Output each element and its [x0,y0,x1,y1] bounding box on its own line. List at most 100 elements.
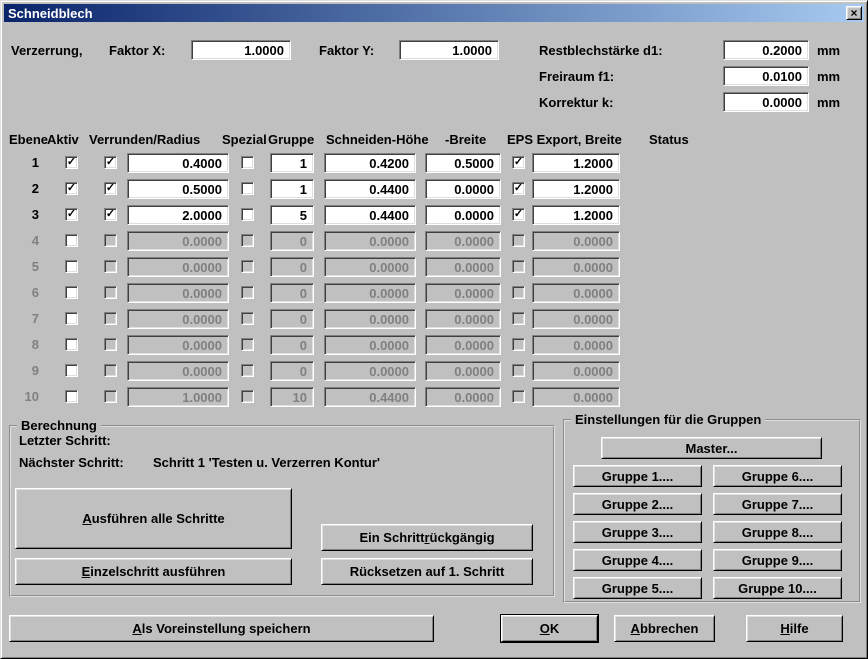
breite-field[interactable] [425,205,501,225]
hoehe-field [324,361,416,381]
table-row: 1✓✓✓ [1,150,868,176]
ebene-label: 3 [9,207,39,222]
radius-field [127,335,229,355]
hoehe-field[interactable] [324,153,416,173]
breite-field[interactable] [425,153,501,173]
aktiv-checkbox[interactable]: ✓ [65,156,78,169]
verzerrung-label: Verzerrung, [11,43,83,58]
hoehe-field [324,257,416,277]
gruppe-field[interactable] [270,153,314,173]
gruppe-5-button[interactable]: Gruppe 5.... [573,577,702,599]
column-header-aktiv: Aktiv [47,132,79,147]
unit-label: mm [817,43,840,58]
eps-checkbox[interactable]: ✓ [512,208,525,221]
gruppe-10-button[interactable]: Gruppe 10.... [713,577,842,599]
close-button[interactable]: × [846,6,862,20]
aktiv-checkbox[interactable] [65,260,78,273]
faktor-x-label: Faktor X: [109,43,165,58]
faktor-y-input[interactable] [399,40,499,60]
verrunden-checkbox[interactable]: ✓ [104,182,117,195]
radius-field [127,387,229,407]
table-row: 3 ✓ ✓ ✓ [1,202,868,228]
ebene-label: 4 [9,233,39,248]
gruppe-1-button[interactable]: Gruppe 1.... [573,465,702,487]
undo-step-button[interactable]: Ein Schritt rückgängig [321,524,533,551]
aktiv-checkbox[interactable] [65,364,78,377]
master-button[interactable]: Master... [601,437,822,459]
aktiv-checkbox[interactable]: ✓ [65,208,78,221]
hoehe-field[interactable] [324,179,416,199]
cancel-button[interactable]: Abbrechen [614,615,715,642]
aktiv-checkbox[interactable] [65,286,78,299]
radius-field[interactable] [127,153,229,173]
korrektur-label: Korrektur k: [539,95,613,110]
table-row: 9 [1,358,868,384]
gruppen-legend: Einstellungen für die Gruppen [571,412,765,427]
aktiv-checkbox[interactable] [65,234,78,247]
aktiv-checkbox[interactable] [65,390,78,403]
verrunden-checkbox[interactable]: ✓ [104,156,117,169]
verrunden-checkbox [104,234,117,247]
aktiv-checkbox[interactable] [65,338,78,351]
single-step-button[interactable]: Einzelschritt ausführen [15,558,292,585]
gruppe-field [270,361,314,381]
help-button[interactable]: Hilfe [746,615,843,642]
verrunden-checkbox [104,260,117,273]
ebene-label: 8 [9,337,39,352]
restblechstaerke-input[interactable] [723,40,809,60]
verrunden-checkbox [104,286,117,299]
eps-breite-field[interactable] [532,179,620,199]
spezial-checkbox [241,364,254,377]
spezial-checkbox[interactable] [241,208,254,221]
gruppe-6-button[interactable]: Gruppe 6.... [713,465,842,487]
eps-checkbox [512,286,525,299]
verrunden-checkbox[interactable]: ✓ [104,208,117,221]
ebene-label: 9 [9,363,39,378]
freiraum-input[interactable] [723,66,809,86]
hoehe-field[interactable] [324,205,416,225]
spezial-checkbox[interactable] [241,182,254,195]
eps-breite-field [532,283,620,303]
eps-checkbox [512,234,525,247]
table-row: 6 [1,280,868,306]
spezial-checkbox[interactable] [241,156,254,169]
breite-field [425,361,501,381]
eps-checkbox[interactable]: ✓ [512,182,525,195]
aktiv-checkbox[interactable]: ✓ [65,182,78,195]
gruppe-4-button[interactable]: Gruppe 4.... [573,549,702,571]
column-header-eps-export-breite: EPS Export, Breite [507,132,622,147]
gruppe-2-button[interactable]: Gruppe 2.... [573,493,702,515]
faktor-x-input[interactable] [191,40,291,60]
save-preset-button[interactable]: Als Voreinstellung speichern [9,615,434,642]
radius-field[interactable] [127,179,229,199]
column-header-gruppe: Gruppe [268,132,314,147]
gruppe-field [270,231,314,251]
ok-button[interactable]: OK [501,615,598,642]
radius-field [127,283,229,303]
column-header-breite: -Breite [445,132,486,147]
gruppe-field [270,257,314,277]
eps-checkbox[interactable]: ✓ [512,156,525,169]
eps-breite-field [532,257,620,277]
gruppe-8-button[interactable]: Gruppe 8.... [713,521,842,543]
hoehe-field [324,231,416,251]
eps-breite-field[interactable] [532,205,620,225]
spezial-checkbox [241,390,254,403]
gruppe-7-button[interactable]: Gruppe 7.... [713,493,842,515]
hoehe-field [324,309,416,329]
breite-field[interactable] [425,179,501,199]
verrunden-checkbox [104,364,117,377]
reset-to-first-step-button[interactable]: Rücksetzen auf 1. Schritt [321,558,533,585]
run-all-steps-button[interactable]: Ausführen alle Schritte [15,488,292,549]
breite-field [425,283,501,303]
gruppe-9-button[interactable]: Gruppe 9.... [713,549,842,571]
eps-checkbox [512,312,525,325]
aktiv-checkbox[interactable] [65,312,78,325]
eps-breite-field[interactable] [532,153,620,173]
gruppe-field[interactable] [270,205,314,225]
gruppe-3-button[interactable]: Gruppe 3.... [573,521,702,543]
column-header-verrunden-radius: Verrunden/Radius [89,132,200,147]
korrektur-input[interactable] [723,92,809,112]
radius-field[interactable] [127,205,229,225]
gruppe-field[interactable] [270,179,314,199]
